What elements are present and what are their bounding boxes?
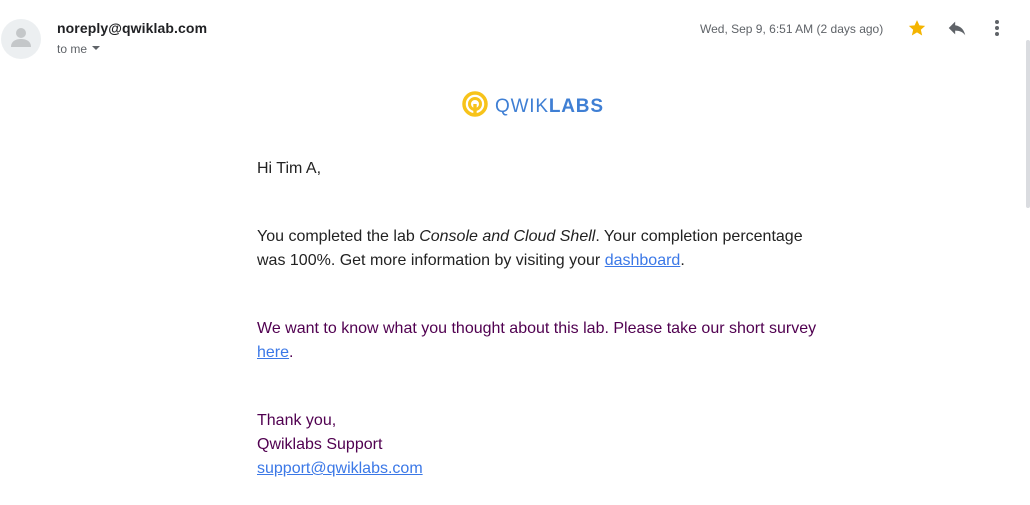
completion-paragraph: You completed the lab Console and Cloud … [257, 225, 817, 273]
support-email-link[interactable]: support@qwiklabs.com [257, 460, 423, 477]
lab-name: Console and Cloud Shell [419, 228, 596, 245]
scrollbar-thumb[interactable] [1026, 40, 1030, 208]
logo-wordmark: QWIKLABS [495, 97, 604, 116]
p2-suffix: . [289, 344, 294, 361]
recipient-label: to me [57, 42, 88, 56]
logo-text-light: QWIK [495, 96, 549, 117]
caret-down-icon [91, 42, 101, 56]
reply-icon [946, 17, 968, 44]
p1-prefix: You completed the lab [257, 228, 420, 245]
sender-avatar[interactable] [1, 19, 41, 59]
qwiklabs-logo-icon [461, 90, 489, 123]
survey-link[interactable]: here [257, 344, 289, 361]
thanks-line: Thank you, [257, 412, 337, 429]
survey-paragraph: We want to know what you thought about t… [257, 317, 817, 365]
reply-button[interactable] [945, 18, 969, 42]
more-options-button[interactable] [985, 18, 1009, 42]
signature-block: Thank you, Qwiklabs Support support@qwik… [257, 409, 817, 481]
qwiklabs-logo[interactable]: QWIKLABS [461, 90, 604, 123]
greeting: Hi Tim A, [257, 160, 322, 177]
logo-text-bold: LABS [548, 96, 604, 117]
person-icon [1, 19, 41, 59]
star-button[interactable] [905, 18, 929, 42]
p2-prefix: We want to know what you thought about t… [257, 320, 817, 337]
email-view: noreply@qwiklab.com to me Wed, Sep 9, 6:… [0, 0, 1030, 505]
recipient-details-toggle[interactable]: to me [57, 42, 101, 56]
dashboard-link[interactable]: dashboard [605, 252, 681, 269]
p1-suffix: . [680, 252, 685, 269]
more-vert-icon [994, 19, 1000, 42]
signature-name: Qwiklabs Support [257, 436, 383, 453]
email-date: Wed, Sep 9, 6:51 AM (2 days ago) [700, 22, 884, 36]
star-icon [907, 18, 927, 43]
sender-email[interactable]: noreply@qwiklab.com [57, 20, 207, 36]
